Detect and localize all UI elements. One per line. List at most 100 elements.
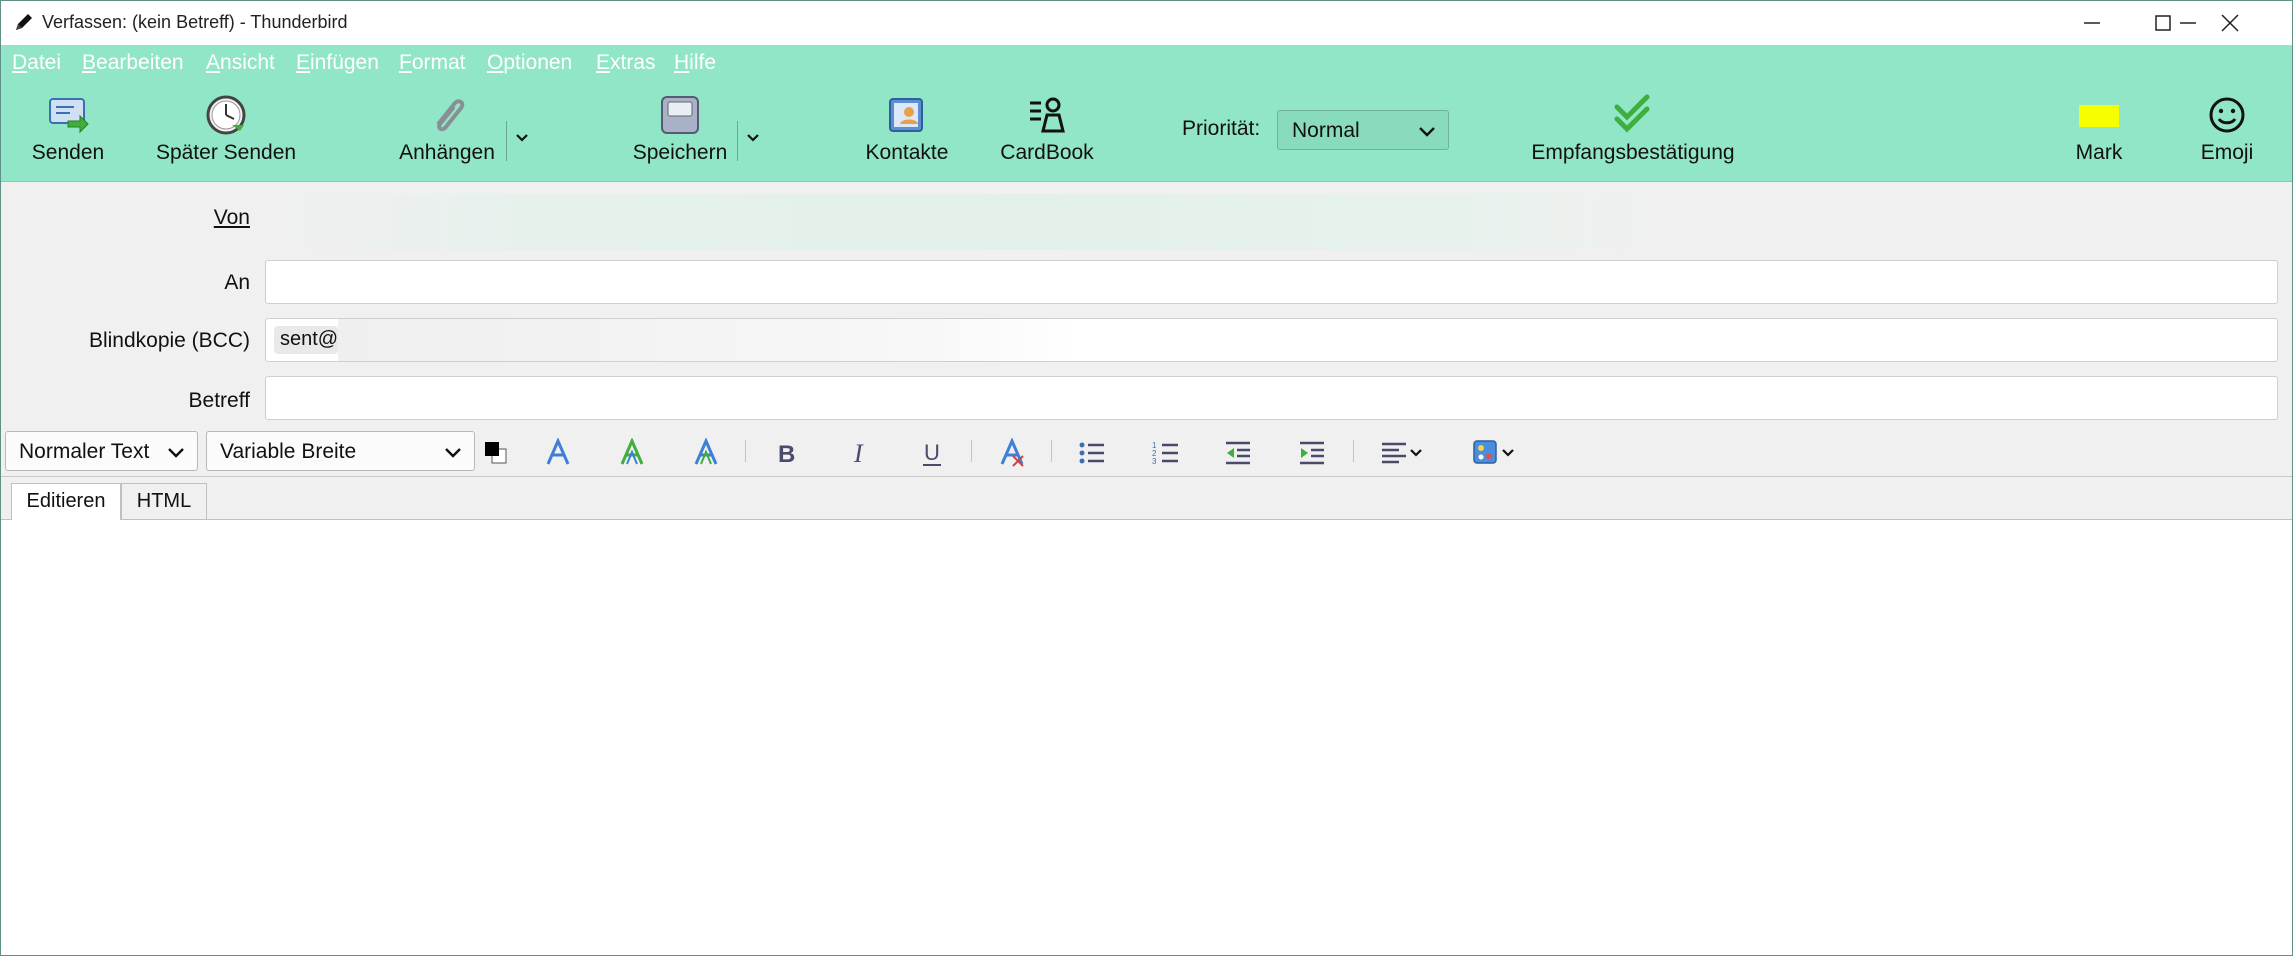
font-style-button[interactable] xyxy=(687,434,723,468)
maximize-button[interactable] xyxy=(2084,1,2223,45)
color-swatch-icon xyxy=(485,442,507,464)
recipient-pill-text: sent@ xyxy=(280,328,339,350)
tab-edit[interactable]: Editieren xyxy=(11,483,121,520)
send-label: Senden xyxy=(31,141,105,164)
text-color-button[interactable] xyxy=(477,434,513,468)
save-button[interactable]: Speichern xyxy=(629,81,731,181)
message-body-editor[interactable] xyxy=(1,520,2292,955)
font-size-larger-button[interactable] xyxy=(613,434,649,468)
cardbook-label: CardBook xyxy=(1000,141,1094,164)
remove-formatting-button[interactable] xyxy=(993,434,1029,468)
mark-button[interactable]: Mark xyxy=(2069,81,2129,181)
separator xyxy=(1051,440,1052,462)
return-receipt-button[interactable]: Empfangsbestätigung xyxy=(1529,81,1737,181)
menu-optionen[interactable]: Optionen xyxy=(487,51,572,75)
priority-select[interactable]: Normal xyxy=(1277,110,1449,150)
separator xyxy=(745,440,746,462)
bullet-list-icon xyxy=(1079,442,1104,464)
menu-bearbeiten[interactable]: Bearbeiten xyxy=(82,51,184,75)
smiley-icon xyxy=(2209,97,2245,133)
tab-html[interactable]: HTML xyxy=(121,483,207,519)
paragraph-format-value: Normaler Text xyxy=(19,440,150,463)
menu-datei[interactable]: Datei xyxy=(12,51,61,75)
highlight-swatch-icon xyxy=(2079,105,2119,127)
emoji-label: Emoji xyxy=(2200,141,2254,164)
attach-label: Anhängen xyxy=(399,141,495,164)
save-icon xyxy=(661,96,699,134)
underline-button[interactable]: U xyxy=(913,434,949,468)
from-field[interactable] xyxy=(265,194,1669,250)
attach-dropdown[interactable] xyxy=(506,121,533,161)
outdent-button[interactable] xyxy=(1219,434,1255,468)
indent-icon xyxy=(1300,441,1324,465)
send-button[interactable]: Senden xyxy=(21,81,115,181)
alignment-button[interactable] xyxy=(1375,434,1427,468)
font-larger-icon xyxy=(620,438,644,465)
underline-icon: U xyxy=(923,440,941,466)
paperclip-icon xyxy=(437,99,465,132)
menu-ansicht[interactable]: Ansicht xyxy=(206,51,275,75)
to-label: An xyxy=(224,271,250,294)
subject-input[interactable] xyxy=(265,376,2278,420)
chevron-down-icon xyxy=(168,448,184,458)
pencil-icon xyxy=(16,14,32,30)
chevron-down-icon xyxy=(747,134,759,142)
font-size-smaller-button[interactable] xyxy=(539,434,575,468)
bcc-label: Blindkopie (BCC) xyxy=(88,329,250,352)
bcc-input[interactable]: sent@ xyxy=(265,318,2278,362)
chevron-down-icon xyxy=(516,134,528,142)
insert-image-icon xyxy=(1473,440,1514,464)
insert-button[interactable] xyxy=(1467,434,1519,468)
bullet-list-button[interactable] xyxy=(1073,434,1109,468)
priority-label: Priorität: xyxy=(1182,117,1261,140)
emoji-button[interactable]: Emoji xyxy=(2195,81,2259,181)
from-label: Von xyxy=(213,206,250,229)
maximize-icon xyxy=(2155,15,2171,31)
indent-button[interactable] xyxy=(1293,434,1329,468)
subject-label: Betreff xyxy=(188,389,250,412)
to-input[interactable] xyxy=(265,260,2278,304)
svg-text:B: B xyxy=(778,441,795,468)
send-later-label: Später Senden xyxy=(155,141,297,164)
attach-button[interactable]: Anhängen xyxy=(393,81,501,181)
bold-icon: B xyxy=(778,441,795,468)
separator xyxy=(971,440,972,462)
send-later-button[interactable]: Später Senden xyxy=(149,81,303,181)
italic-icon: I xyxy=(853,439,864,468)
menu-format[interactable]: Format xyxy=(399,51,466,75)
compose-toolbar: Senden Später Senden Anhängen Speichern … xyxy=(1,81,2292,182)
font-family-select[interactable]: Variable Breite xyxy=(206,431,475,471)
menu-einfuegen[interactable]: Einfügen xyxy=(296,51,379,75)
contacts-button[interactable]: Kontakte xyxy=(859,81,955,181)
outdent-icon xyxy=(1226,441,1250,465)
save-dropdown[interactable] xyxy=(737,121,764,161)
clock-icon xyxy=(206,95,246,135)
compose-header-fields: Von An Blindkopie (BCC) sent@ Betreff xyxy=(1,182,2292,426)
window-title: Verfassen: (kein Betreff) - Thunderbird xyxy=(42,12,348,32)
chevron-down-icon xyxy=(445,448,461,458)
svg-text:U: U xyxy=(924,440,940,465)
font-smaller-icon xyxy=(546,438,570,465)
cardbook-button[interactable]: CardBook xyxy=(997,81,1097,181)
menu-extras[interactable]: Extras xyxy=(596,51,656,75)
numbered-list-icon: 1 2 3 xyxy=(1152,441,1178,466)
minimize-icon-visual xyxy=(2084,22,2100,24)
separator xyxy=(1353,440,1354,462)
send-icon xyxy=(49,98,89,134)
svg-text:I: I xyxy=(853,439,864,468)
recipient-pill[interactable]: sent@ xyxy=(274,326,338,354)
close-button[interactable] xyxy=(2221,1,2292,45)
clear-format-icon xyxy=(1000,438,1024,467)
svg-text:3: 3 xyxy=(1152,457,1157,466)
chevron-down-icon xyxy=(1419,127,1435,137)
bold-button[interactable]: B xyxy=(767,434,803,468)
contacts-label: Kontakte xyxy=(865,141,949,164)
address-book-icon xyxy=(889,98,923,132)
menu-bar: Datei Bearbeiten Ansicht Einfügen Format… xyxy=(1,45,2292,81)
menu-hilfe[interactable]: Hilfe xyxy=(674,51,716,75)
numbered-list-button[interactable]: 1 2 3 xyxy=(1147,434,1183,468)
italic-button[interactable]: I xyxy=(841,434,877,468)
paragraph-format-select[interactable]: Normaler Text xyxy=(5,431,198,471)
font-family-value: Variable Breite xyxy=(220,440,357,463)
recipient-redacted xyxy=(338,319,1078,361)
